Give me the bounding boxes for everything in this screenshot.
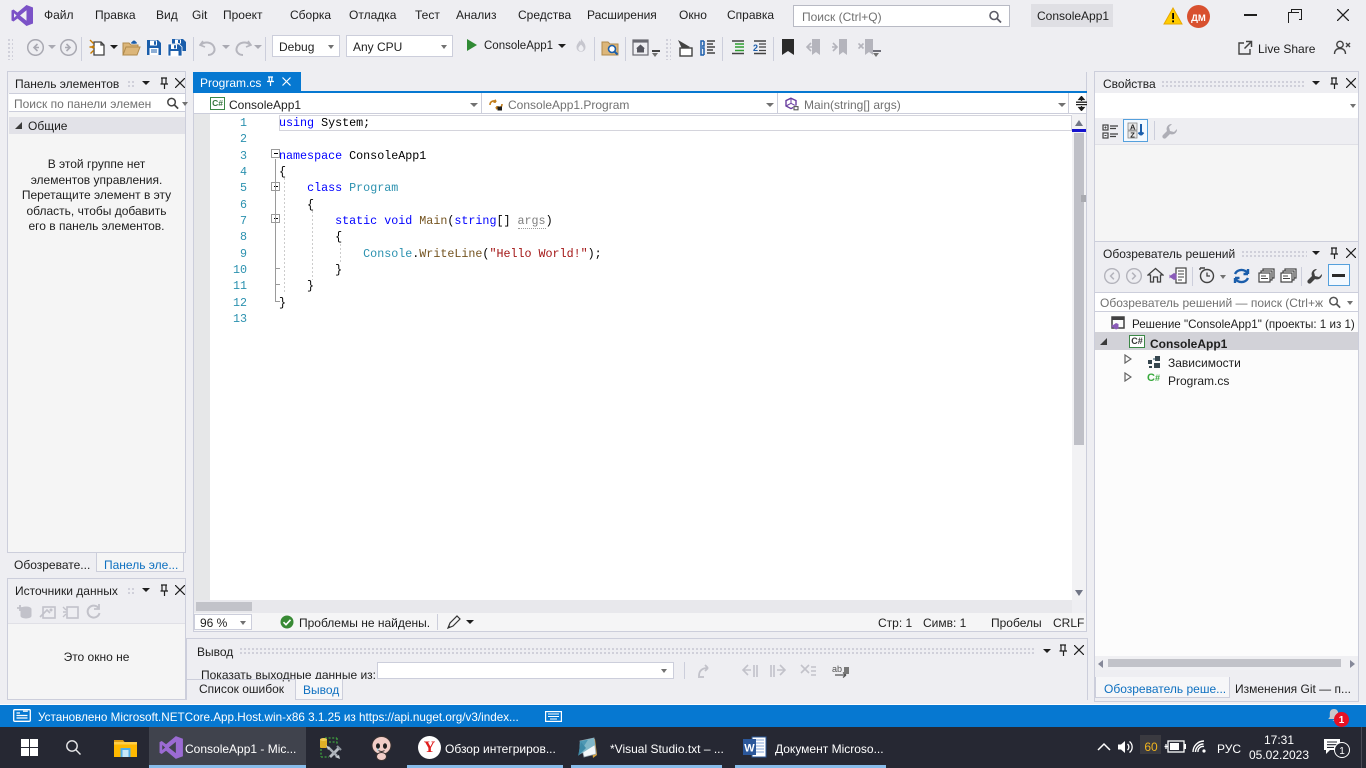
svg-text:ab: ab xyxy=(832,664,842,674)
svg-text:Z: Z xyxy=(1130,131,1135,140)
svg-text:2: 2 xyxy=(753,43,758,53)
svg-text:W: W xyxy=(744,743,755,755)
